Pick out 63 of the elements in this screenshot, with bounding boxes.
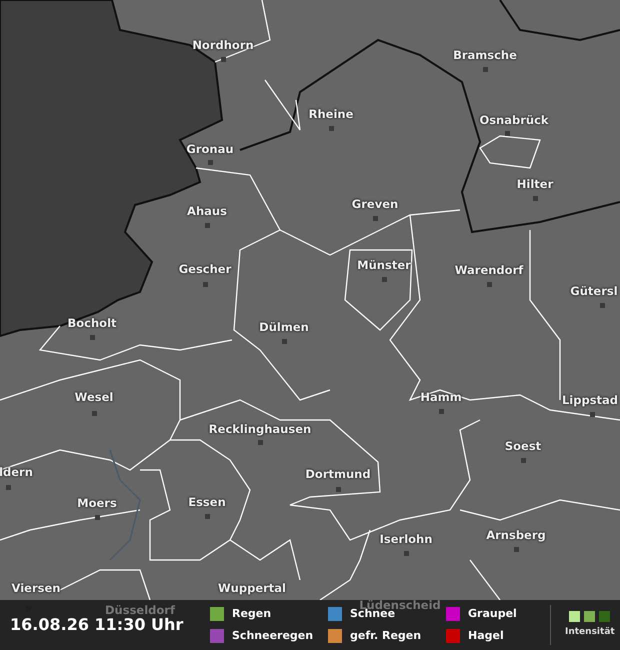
city-label: Osnabrück (479, 113, 549, 127)
city-label: Essen (188, 495, 226, 509)
legend-label: gefr. Regen (350, 628, 422, 644)
city-label: Iserlohn (380, 532, 432, 546)
city-marker (258, 440, 263, 445)
city-marker (336, 487, 341, 492)
city-label: Gronau (186, 142, 234, 156)
city-label: Düsseldorf (105, 603, 175, 617)
legend-label: Schneeregen (232, 628, 314, 644)
city-label: ldern (0, 465, 33, 479)
city-label: Bramsche (453, 48, 517, 62)
city-marker (221, 57, 226, 62)
city-label: Rheine (308, 107, 354, 121)
city-marker (282, 339, 287, 344)
city-label: Hilter (516, 177, 554, 191)
city-marker (439, 409, 444, 414)
legend-label: Graupel (468, 606, 517, 622)
city-marker (208, 160, 213, 165)
city-marker (533, 196, 538, 201)
legend-label: Hagel (468, 628, 504, 644)
city-label: Lippstad (562, 393, 618, 407)
city-label: Viersen (12, 581, 60, 595)
intensity-swatch (599, 610, 610, 622)
city-marker (505, 131, 510, 136)
city-label: Münster (357, 258, 411, 272)
city-label: Nordhorn (192, 38, 254, 52)
city-label: Ahaus (187, 204, 227, 218)
city-marker (95, 515, 100, 520)
city-marker (487, 282, 492, 287)
city-marker (205, 223, 210, 228)
city-label: Moers (77, 496, 117, 510)
city-label: Bocholt (68, 316, 116, 330)
city-label: Arnsberg (486, 528, 546, 542)
intensity-swatch (584, 610, 596, 622)
city-label: Recklinghausen (208, 422, 312, 436)
city-label: Greven (352, 197, 398, 211)
city-label: Dülmen (259, 320, 309, 334)
city-marker (382, 277, 387, 282)
city-marker (329, 126, 334, 131)
city-label: Gütersl (570, 284, 618, 298)
city-marker (600, 303, 605, 308)
city-marker (514, 547, 519, 552)
timestamp: 16.08.26 11:30 Uhr (9, 614, 184, 636)
city-marker (404, 551, 409, 556)
city-label: Wuppertal (218, 581, 286, 595)
intensity-swatch (569, 610, 580, 622)
city-label: Hamm (420, 390, 462, 404)
legend-label: Regen (232, 606, 272, 622)
city-marker (90, 335, 95, 340)
city-marker (373, 216, 378, 221)
city-marker (205, 514, 210, 519)
city-marker (483, 67, 488, 72)
city-label: Wesel (74, 390, 114, 404)
city-marker (203, 282, 208, 287)
city-marker (92, 411, 97, 416)
intensity-label: Intensität (565, 626, 615, 639)
city-label: Gescher (178, 262, 232, 276)
city-marker (521, 458, 526, 463)
city-label: Warendorf (454, 263, 524, 277)
city-marker (6, 485, 11, 490)
city-label: Dortmund (305, 467, 371, 481)
city-label: Soest (504, 439, 542, 453)
city-marker (590, 412, 595, 417)
